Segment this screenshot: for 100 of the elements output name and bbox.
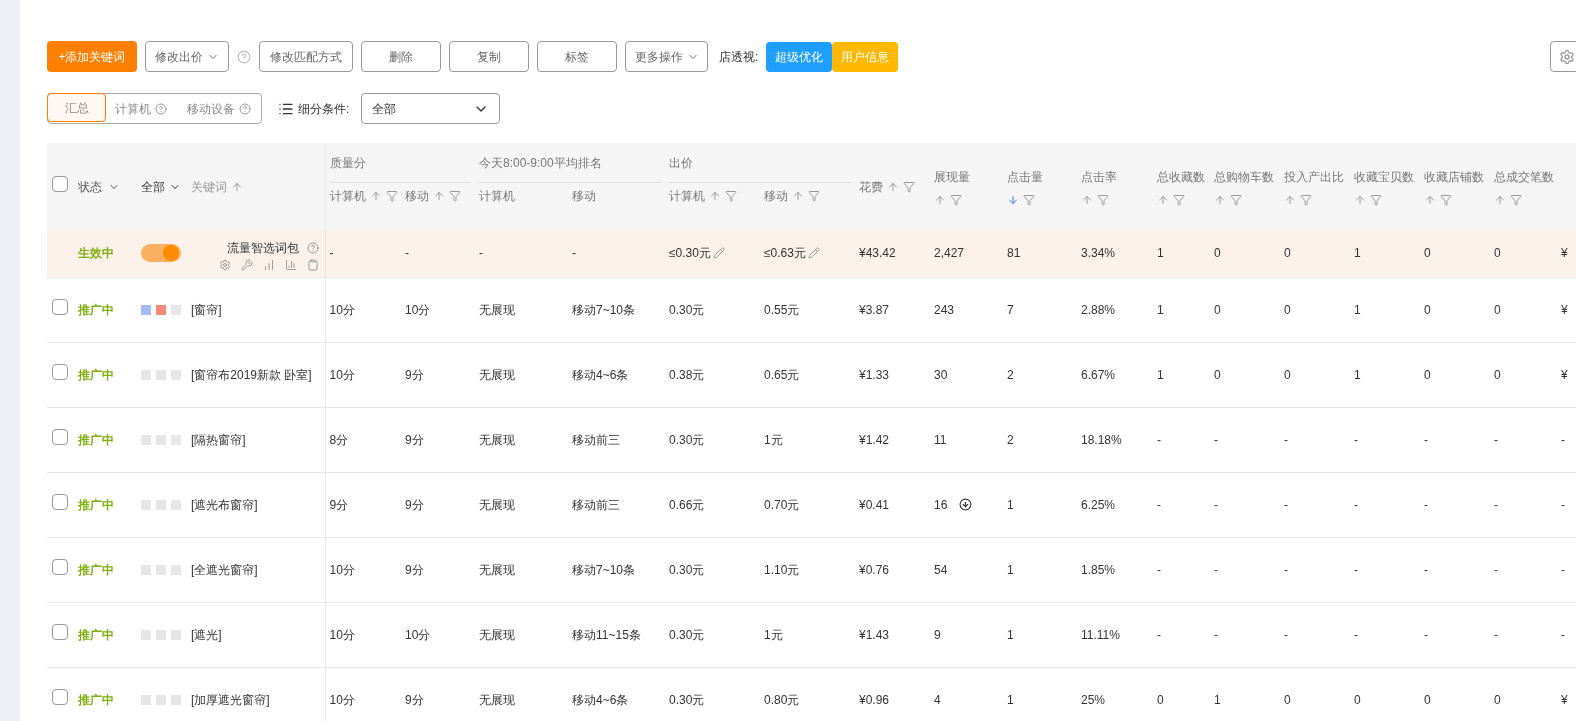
device-tab[interactable]: 汇总 — [47, 93, 106, 122]
settings-icon[interactable] — [218, 259, 231, 272]
filter-icon[interactable] — [808, 190, 820, 202]
column-header[interactable]: 移动 — [405, 187, 429, 205]
filter-icon[interactable] — [1230, 193, 1242, 206]
tag-square[interactable] — [156, 629, 166, 640]
settings-button[interactable] — [1550, 41, 1576, 72]
device-tab[interactable]: 计算机 — [105, 94, 177, 123]
sort-up-icon[interactable] — [433, 190, 445, 202]
filter-icon[interactable] — [385, 190, 398, 202]
column-header[interactable]: 收藏宝贝数 — [1354, 167, 1420, 186]
toggle-switch[interactable] — [141, 244, 181, 263]
column-header[interactable]: 收藏店铺数 — [1424, 167, 1490, 186]
column-header[interactable]: 移动 — [572, 187, 596, 205]
pencil-icon[interactable] — [807, 247, 820, 260]
tag-square[interactable] — [171, 694, 181, 705]
checkbox[interactable] — [52, 299, 68, 315]
column-header[interactable]: 花费 — [859, 177, 883, 196]
insight-button[interactable]: 超级优化 — [766, 41, 833, 72]
tag-square[interactable] — [171, 499, 181, 510]
tag-square[interactable] — [141, 369, 151, 380]
add-keyword-button[interactable]: +添加关键词 — [47, 41, 137, 72]
tag-square[interactable] — [156, 499, 166, 510]
sort-up-icon[interactable] — [1424, 193, 1436, 206]
sort-up-icon[interactable] — [1081, 193, 1093, 206]
tag-square[interactable] — [156, 304, 166, 315]
column-header[interactable]: 点击量 — [1007, 167, 1077, 186]
filter-icon[interactable] — [725, 190, 737, 202]
tag-square[interactable] — [156, 369, 166, 380]
sort-up-icon[interactable] — [887, 180, 899, 193]
column-header[interactable]: 点击率 — [1081, 167, 1153, 186]
status-filter[interactable]: 状态 — [77, 177, 120, 196]
delete-button[interactable]: 删除 — [361, 41, 441, 72]
checkbox[interactable] — [52, 624, 68, 640]
filter-icon[interactable] — [1097, 193, 1109, 206]
bar-chart-icon[interactable] — [262, 259, 275, 272]
tag-square[interactable] — [171, 564, 181, 575]
sort-up-icon[interactable] — [934, 193, 946, 206]
filter-icon[interactable] — [1023, 193, 1035, 206]
tag-square[interactable] — [171, 629, 181, 640]
segment-select[interactable]: 全部 — [361, 93, 501, 124]
column-header[interactable]: 总收藏数 — [1157, 167, 1210, 186]
sort-up-icon[interactable] — [1284, 193, 1296, 206]
sort-up-icon[interactable] — [1157, 193, 1169, 206]
tag-square[interactable] — [141, 694, 151, 705]
column-header[interactable]: 移动 — [764, 187, 788, 205]
column-header[interactable]: 展现量 — [934, 167, 1003, 186]
sort-up-icon[interactable] — [1354, 193, 1366, 206]
filter-icon[interactable] — [449, 190, 461, 202]
tag-square[interactable] — [141, 499, 151, 510]
sort-up-icon[interactable] — [709, 190, 721, 202]
filter-icon[interactable] — [903, 180, 915, 193]
checkbox[interactable] — [52, 689, 68, 705]
sort-up-icon[interactable] — [792, 190, 804, 202]
sort-up-icon[interactable] — [1214, 193, 1226, 206]
filter-icon[interactable] — [1173, 193, 1185, 206]
scope-filter[interactable]: 全部 — [141, 177, 181, 196]
help-icon[interactable] — [306, 242, 319, 255]
checkbox[interactable] — [52, 364, 68, 380]
more-actions-button[interactable]: 更多操作 — [625, 41, 708, 72]
wrench-icon[interactable] — [240, 259, 253, 272]
filter-icon[interactable] — [1510, 193, 1522, 206]
tag-square[interactable] — [156, 434, 166, 445]
column-header[interactable]: 关键词 — [191, 177, 227, 196]
filter-icon[interactable] — [950, 193, 962, 206]
checkbox[interactable] — [52, 494, 68, 510]
tag-square[interactable] — [171, 369, 181, 380]
clipboard-icon[interactable] — [306, 259, 319, 272]
column-header[interactable]: 计算机 — [479, 187, 515, 205]
filter-icon[interactable] — [1440, 193, 1452, 206]
sort-up-icon[interactable] — [369, 190, 382, 202]
tag-square[interactable] — [156, 694, 166, 705]
filter-icon[interactable] — [1300, 193, 1312, 206]
sort-up-icon[interactable] — [1494, 193, 1506, 206]
match-type-button[interactable]: 修改匹配方式 — [259, 41, 353, 72]
tag-square[interactable] — [156, 564, 166, 575]
tag-square[interactable] — [171, 434, 181, 445]
filter-icon[interactable] — [1370, 193, 1382, 206]
tag-square[interactable] — [141, 629, 151, 640]
down-arrow-circle-icon[interactable] — [959, 498, 973, 511]
column-header[interactable]: 总成交笔数 — [1494, 167, 1557, 186]
tag-button[interactable]: 标签 — [537, 41, 617, 72]
checkbox[interactable] — [52, 429, 68, 445]
device-tab[interactable]: 移动设备 — [177, 94, 261, 123]
column-chart-icon[interactable] — [284, 259, 297, 272]
checkbox[interactable] — [52, 559, 68, 575]
column-header[interactable]: 计算机 — [329, 187, 366, 205]
help-icon[interactable] — [237, 49, 251, 64]
tag-square[interactable] — [141, 434, 151, 445]
tag-square[interactable] — [141, 564, 151, 575]
column-header[interactable]: 总购物车数 — [1214, 167, 1280, 186]
tag-square[interactable] — [171, 304, 181, 315]
sort-up-icon[interactable] — [231, 180, 243, 193]
bid-menu-button[interactable]: 修改出价 — [145, 41, 229, 72]
column-header[interactable]: 投入产出比 — [1284, 167, 1350, 186]
checkbox[interactable] — [52, 176, 68, 192]
sort-down-icon[interactable] — [1007, 193, 1019, 206]
pencil-icon[interactable] — [712, 247, 725, 260]
copy-button[interactable]: 复制 — [449, 41, 529, 72]
tag-square[interactable] — [141, 304, 151, 315]
